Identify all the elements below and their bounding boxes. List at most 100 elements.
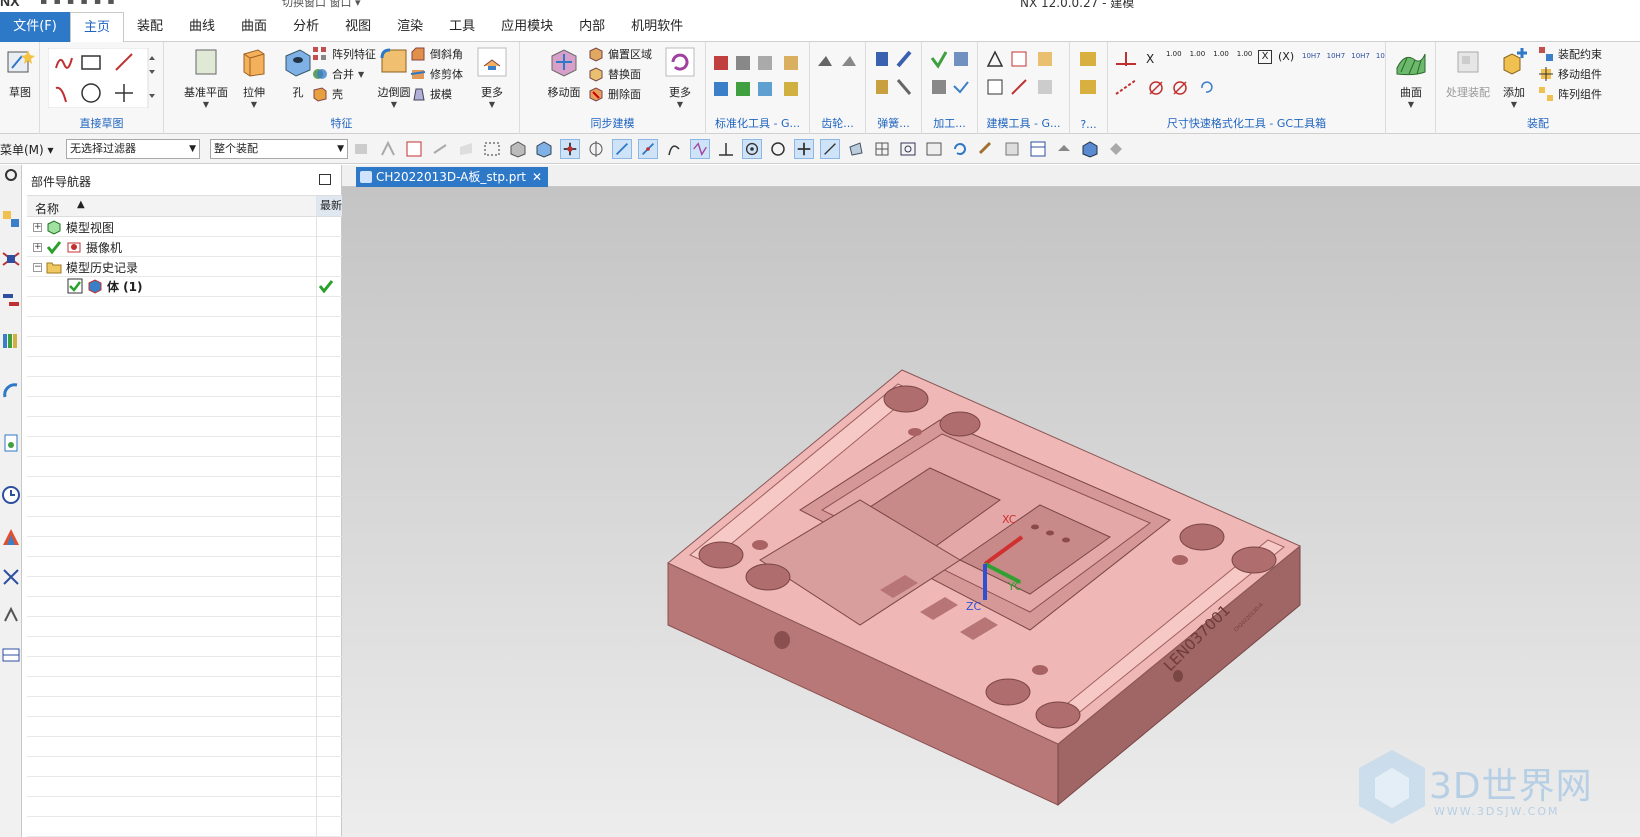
shaded-cube-icon[interactable]: [1080, 139, 1100, 159]
diameter-icons[interactable]: [1148, 78, 1228, 98]
history-icon[interactable]: [1, 433, 21, 453]
graphics-window[interactable]: LEN037001 CH2022013D-A XC YC ZC: [342, 187, 1640, 837]
zoom-icon[interactable]: [924, 139, 944, 159]
quadrant-point-icon[interactable]: [768, 139, 788, 159]
gear-icons[interactable]: [816, 52, 862, 72]
existing-point-icon[interactable]: [794, 139, 814, 159]
mold-plate-model[interactable]: LEN037001 CH2022013D-A XC YC ZC: [342, 187, 1640, 837]
tab-tools[interactable]: 工具: [436, 12, 488, 42]
shell-button[interactable]: 壳: [312, 84, 343, 104]
part-navigator-icon[interactable]: [1, 291, 21, 311]
collapse-icon[interactable]: −: [33, 262, 42, 272]
modeling-tools-icons[interactable]: [986, 50, 1066, 102]
trim-body-button[interactable]: 修剪体: [410, 64, 463, 84]
process-assembly-button[interactable]: 处理装配: [1438, 46, 1498, 100]
cube-view-icon[interactable]: [534, 139, 554, 159]
select-face-icon[interactable]: [456, 139, 476, 159]
pattern-component-button[interactable]: 阵列组件: [1538, 84, 1602, 104]
tree-node-cameras[interactable]: + 摄像机: [33, 237, 122, 257]
file-menu-tab[interactable]: 文件(F): [0, 12, 70, 42]
rectangle-select-icon[interactable]: [482, 139, 502, 159]
tab-curve[interactable]: 曲线: [176, 12, 228, 42]
arc-center-icon[interactable]: [742, 139, 762, 159]
render-style-icon[interactable]: [1028, 139, 1048, 159]
pan-icon[interactable]: [976, 139, 996, 159]
maximize-icon[interactable]: [319, 174, 331, 185]
assembly-constraint-button[interactable]: 装配约束: [1538, 44, 1602, 64]
scope-select[interactable]: 整个装配 ▼: [210, 139, 348, 159]
menu-button[interactable]: 菜单(M) ▾: [0, 141, 54, 158]
web-browser-icon[interactable]: [1, 381, 21, 401]
perpendicular-icon[interactable]: [716, 139, 736, 159]
dim-format-3[interactable]: 1.00: [1213, 50, 1229, 58]
tol-format-1[interactable]: 10H7: [1302, 52, 1321, 60]
type-filter-select[interactable]: 无选择过滤器 ▼: [66, 139, 200, 159]
tree-node-model-history[interactable]: − 模型历史记录: [33, 257, 138, 277]
extra-icons[interactable]: [1078, 50, 1100, 102]
dim-format-2[interactable]: 1.00: [1190, 50, 1206, 58]
tol-format-3[interactable]: 10H7: [1351, 52, 1370, 60]
name-column-header[interactable]: 名称: [35, 200, 59, 217]
tab-application[interactable]: 应用模块: [488, 12, 566, 42]
quick-access-toolbar[interactable]: ▪▪▪▪▪▪: [40, 0, 121, 7]
close-icon[interactable]: ✕: [532, 167, 542, 187]
tab-internal[interactable]: 内部: [566, 12, 618, 42]
edit-section-icon[interactable]: [1106, 139, 1126, 159]
rotate-icon[interactable]: [950, 139, 970, 159]
constraint-navigator-icon[interactable]: [1, 249, 21, 269]
fit-view-icon[interactable]: [898, 139, 918, 159]
palette-icon[interactable]: [1, 527, 21, 547]
expand-icon[interactable]: +: [33, 222, 42, 232]
select-filter-icon[interactable]: [352, 139, 372, 159]
tab-home[interactable]: 主页: [70, 12, 125, 43]
snap-points-icon[interactable]: [560, 139, 580, 159]
sketch-curve-icons[interactable]: [48, 48, 158, 108]
tab-view[interactable]: 视图: [332, 12, 384, 42]
offset-region-button[interactable]: 偏置区域: [588, 44, 652, 64]
tab-jiming-software[interactable]: 机明软件: [618, 12, 696, 42]
machining-icons[interactable]: [928, 50, 974, 102]
mid-point-icon[interactable]: [638, 139, 658, 159]
expand-icon[interactable]: +: [33, 242, 42, 252]
tab-render[interactable]: 渲染: [384, 12, 436, 42]
document-tab[interactable]: CH2022013D-A板_stp.prt ✕: [356, 167, 549, 187]
system-scene-icon[interactable]: [1, 605, 21, 625]
feature-more-button[interactable]: 更多 ▼: [468, 46, 516, 109]
reuse-library-icon[interactable]: [1, 331, 21, 351]
surface-button[interactable]: 曲面 ▼: [1387, 46, 1435, 109]
unite-button[interactable]: 合并 ▼: [312, 64, 364, 84]
settings-icon[interactable]: [1, 165, 21, 185]
tab-surface[interactable]: 曲面: [228, 12, 280, 42]
draft-button[interactable]: 拔模: [410, 84, 452, 104]
switch-window-menu[interactable]: 切换窗口 窗口 ▾: [282, 0, 361, 8]
dim-format-4[interactable]: 1.00: [1237, 50, 1253, 58]
solid-body-icon[interactable]: [508, 139, 528, 159]
tree-node-body[interactable]: 体 (1): [67, 276, 143, 296]
latest-column-header[interactable]: 最新: [317, 196, 342, 216]
checkbox-checked-icon[interactable]: [67, 278, 83, 294]
layer-icon[interactable]: [1002, 139, 1022, 159]
chamfer-button[interactable]: 倒斜角: [410, 44, 463, 64]
move-face-button[interactable]: 移动面: [540, 46, 588, 100]
datum-plane-button[interactable]: 基准平面 ▼: [176, 46, 236, 109]
tol-format-4[interactable]: 10: [1376, 52, 1385, 60]
move-component-button[interactable]: 移动组件: [1538, 64, 1602, 84]
tab-analysis[interactable]: 分析: [280, 12, 332, 42]
add-component-button[interactable]: 添加 ▼: [1490, 46, 1538, 109]
spring-icons[interactable]: [872, 50, 918, 102]
assembly-navigator-icon[interactable]: [1, 209, 21, 229]
standard-tools-icons[interactable]: [712, 50, 806, 102]
snap-grid-icon[interactable]: [586, 139, 606, 159]
layout-icon[interactable]: [1, 645, 21, 665]
sync-more-button[interactable]: 更多 ▼: [656, 46, 704, 109]
sketch-button[interactable]: 草图: [0, 46, 44, 100]
select-body-icon[interactable]: [404, 139, 424, 159]
select-feature-icon[interactable]: [378, 139, 398, 159]
box-x-icon[interactable]: X: [1258, 50, 1272, 64]
end-point-icon[interactable]: [612, 139, 632, 159]
paren-x-icon[interactable]: (X): [1278, 50, 1294, 63]
select-edge-icon[interactable]: [430, 139, 450, 159]
control-point-icon[interactable]: [664, 139, 684, 159]
dim-format-1[interactable]: 1.00: [1166, 50, 1182, 58]
delete-face-button[interactable]: 删除面: [588, 84, 641, 104]
